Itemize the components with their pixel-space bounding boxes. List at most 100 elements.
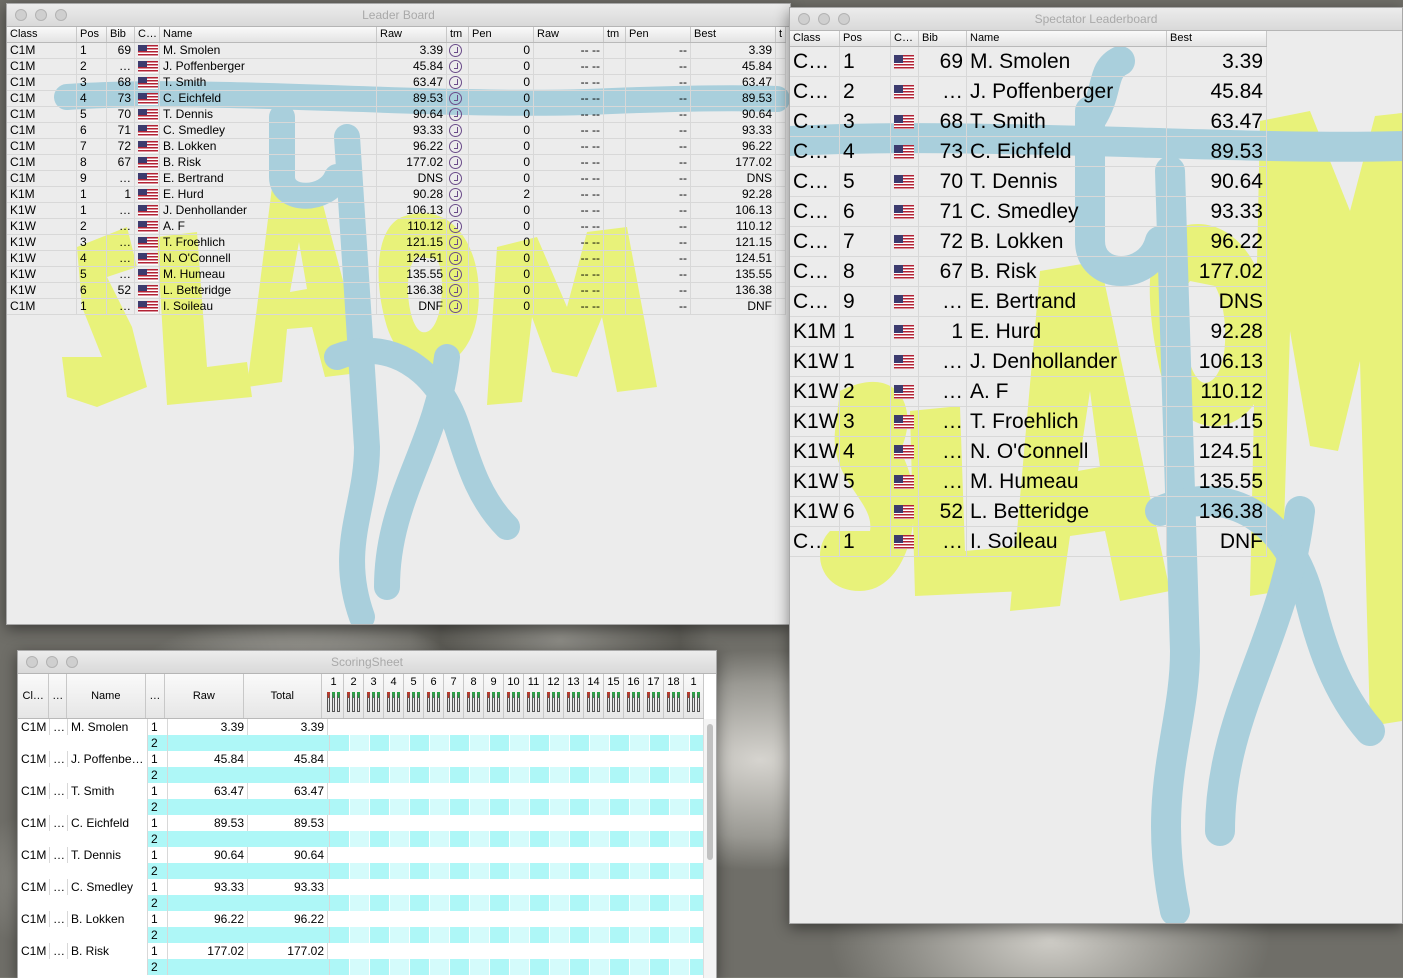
gate-cell[interactable] (410, 959, 430, 975)
gate-cell[interactable] (570, 831, 590, 847)
table-row[interactable]: C… 4 73 C. Eichfeld 89.53 (790, 137, 1267, 167)
table-row[interactable]: K1W 1 … J. Denhollander 106.13 (790, 347, 1267, 377)
gate-cell[interactable] (530, 927, 550, 943)
gate-cell[interactable] (450, 799, 470, 815)
gate-indicator[interactable] (587, 692, 590, 712)
gate-cell[interactable] (530, 767, 550, 783)
scoring-row-run1[interactable]: C1M… B. Risk 1 177.02 177.02 (18, 943, 328, 959)
gate-cell[interactable] (330, 927, 350, 943)
gate-indicator[interactable] (437, 692, 440, 712)
column-header[interactable]: Cl… (18, 674, 50, 718)
gate-indicator[interactable] (427, 692, 430, 712)
gate-cell[interactable] (350, 831, 370, 847)
scoring-row-run2[interactable]: 2 (18, 959, 710, 975)
scoring-row-run1[interactable]: C1M… C. Smedley 1 93.33 93.33 (18, 879, 328, 895)
gate-cell[interactable] (330, 863, 350, 879)
column-header[interactable]: Best (1167, 31, 1267, 46)
gate-indicator[interactable] (532, 692, 535, 712)
gate-cell[interactable] (530, 735, 550, 751)
table-row[interactable]: C… 2 … J. Poffenberger 45.84 (790, 77, 1267, 107)
scoring-row-run2[interactable]: 2 (18, 895, 710, 911)
run2-times[interactable] (168, 895, 330, 911)
gate-cell[interactable] (590, 895, 610, 911)
gate-cell[interactable] (590, 799, 610, 815)
gate-cell[interactable] (570, 895, 590, 911)
gate-cell[interactable] (590, 927, 610, 943)
gate-header[interactable]: 6 (424, 674, 444, 718)
gate-cell[interactable] (450, 735, 470, 751)
gate-cell[interactable] (390, 767, 410, 783)
scoring-row-run2[interactable]: 2 (18, 799, 710, 815)
stopwatch-icon[interactable] (449, 284, 462, 298)
stopwatch-icon[interactable] (449, 156, 462, 170)
gate-cell[interactable] (490, 895, 510, 911)
gate-indicator[interactable] (592, 692, 595, 712)
gate-indicator[interactable] (557, 692, 560, 712)
gate-indicator[interactable] (497, 692, 500, 712)
column-header[interactable]: Raw (165, 674, 244, 718)
stopwatch-icon[interactable] (449, 268, 462, 282)
gate-indicator[interactable] (597, 692, 600, 712)
gate-cell[interactable] (350, 895, 370, 911)
gate-cell[interactable] (550, 895, 570, 911)
gate-header[interactable]: 18 (664, 674, 684, 718)
stopwatch-icon[interactable] (449, 252, 462, 266)
gate-header[interactable]: 1 (324, 674, 344, 718)
gate-cell[interactable] (470, 863, 490, 879)
scoring-sheet-window[interactable]: ScoringSheet Cl…… Name… Raw Total 1 2 3 4 5 6 7 8 9 1… (17, 650, 717, 978)
gate-indicator[interactable] (407, 692, 410, 712)
table-row[interactable]: K1W 4 … N. O'Connell 124.51 (790, 437, 1267, 467)
gate-cell[interactable] (470, 799, 490, 815)
column-header[interactable]: Bib (107, 27, 135, 42)
gate-indicator[interactable] (667, 692, 670, 712)
gate-indicator[interactable] (477, 692, 480, 712)
table-row[interactable]: K1W 2… A. F 110.12 0 -- -- -- 110.12 (7, 219, 786, 235)
gate-cell[interactable] (450, 863, 470, 879)
gate-cell[interactable] (630, 799, 650, 815)
gate-cell[interactable] (430, 959, 450, 975)
gate-cell[interactable] (490, 831, 510, 847)
scoring-titlebar[interactable]: ScoringSheet (18, 651, 716, 674)
column-header[interactable]: tm (604, 27, 626, 42)
gate-cell[interactable] (410, 767, 430, 783)
stopwatch-icon[interactable] (449, 140, 462, 154)
stopwatch-icon[interactable] (449, 204, 462, 218)
gate-cell[interactable] (370, 927, 390, 943)
gate-cell[interactable] (390, 831, 410, 847)
gate-cell[interactable] (590, 735, 610, 751)
table-row[interactable]: C1M 5 70 T. Dennis 90.64 0 -- -- -- 90.64 (7, 107, 786, 123)
gate-cell[interactable] (450, 895, 470, 911)
gate-indicator[interactable] (332, 692, 335, 712)
gate-cell[interactable] (650, 799, 670, 815)
gate-cell[interactable] (350, 799, 370, 815)
gate-indicator[interactable] (672, 692, 675, 712)
column-header[interactable]: Name (160, 27, 377, 42)
gate-cell[interactable] (410, 927, 430, 943)
table-row[interactable]: C1M 7 72 B. Lokken 96.22 0 -- -- -- 96.22 (7, 139, 786, 155)
table-row[interactable]: C1M 1… I. Soileau DNF 0 -- -- -- DNF (7, 299, 786, 315)
run2-times[interactable] (168, 735, 330, 751)
gate-indicator[interactable] (392, 692, 395, 712)
gate-cell[interactable] (370, 831, 390, 847)
gate-cell[interactable] (530, 831, 550, 847)
gate-indicator[interactable] (492, 692, 495, 712)
gate-cell[interactable] (570, 735, 590, 751)
table-row[interactable]: C1M 8 67 B. Risk 177.02 0 -- -- -- 177.02 (7, 155, 786, 171)
gate-cell[interactable] (510, 831, 530, 847)
stopwatch-icon[interactable] (449, 60, 462, 74)
table-row[interactable]: C1M 6 71 C. Smedley 93.33 0 -- -- -- 93.33 (7, 123, 786, 139)
gate-indicator[interactable] (607, 692, 610, 712)
column-header[interactable]: tm (447, 27, 469, 42)
table-row[interactable]: K1W 3… T. Froehlich 121.15 0 -- -- -- 121.15 (7, 235, 786, 251)
gate-cell[interactable] (430, 927, 450, 943)
table-row[interactable]: C… 5 70 T. Dennis 90.64 (790, 167, 1267, 197)
gate-cell[interactable] (670, 831, 690, 847)
gate-cell[interactable] (350, 863, 370, 879)
gate-indicator[interactable] (357, 692, 360, 712)
scrollbar-thumb[interactable] (707, 724, 713, 860)
gate-cell[interactable] (610, 831, 630, 847)
gate-cell[interactable] (330, 735, 350, 751)
gate-cell[interactable] (450, 959, 470, 975)
column-header[interactable]: Best (691, 27, 776, 42)
gate-indicator[interactable] (472, 692, 475, 712)
